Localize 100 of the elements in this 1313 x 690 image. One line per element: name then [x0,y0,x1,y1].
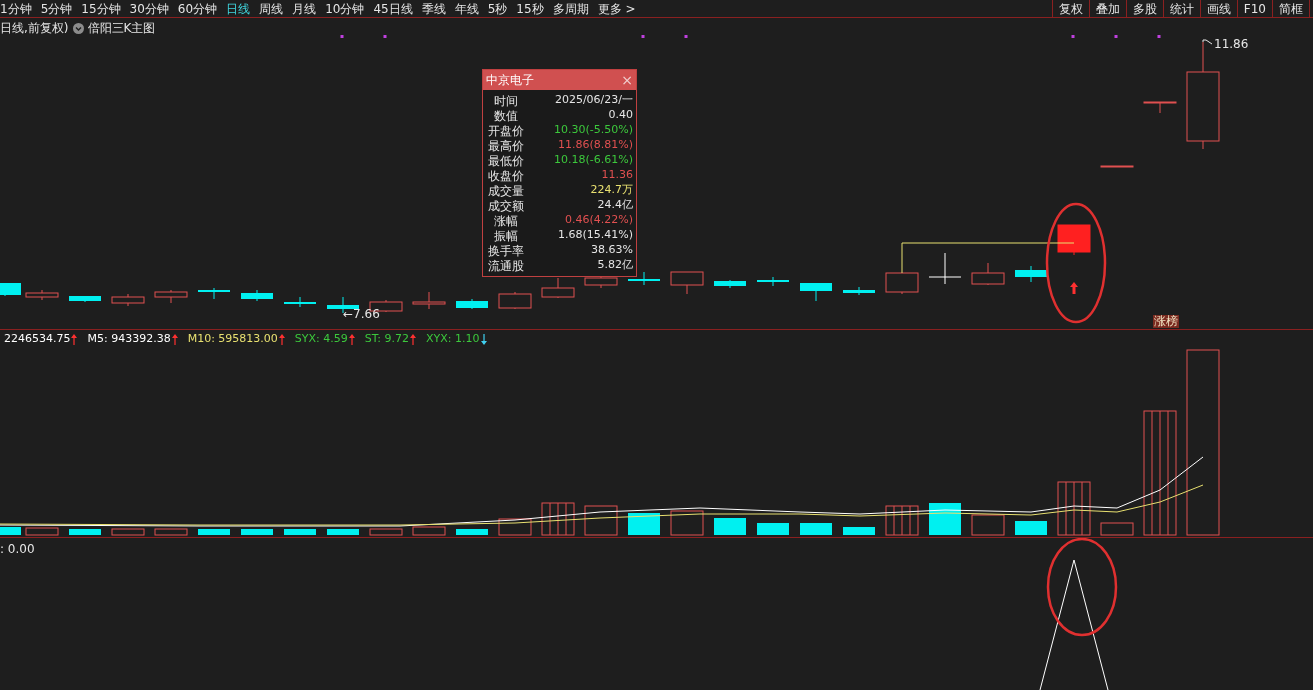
volume-bar [541,502,575,536]
chart-title: 日线,前复权) [0,20,69,37]
candlestick [456,298,488,310]
candlestick [198,287,230,300]
field-value: 0.46(4.22%) [564,212,633,229]
candlestick [843,286,875,296]
volume-bar [111,528,145,536]
up-arrow-icon [348,333,355,345]
volume-bar [628,513,660,535]
volume-bar [1057,481,1091,536]
field-value: 11.36 [601,167,633,184]
candlestick [498,291,532,310]
toolbar-button[interactable]: 简框 [1272,0,1309,17]
candlestick [971,262,1005,286]
field-label: 数值 [493,107,519,125]
candlestick [800,282,832,302]
period-tab[interactable]: 5分钟 [40,0,73,18]
toolbar-button[interactable]: 复权 [1051,0,1089,17]
down-arrow-icon [480,333,487,345]
candlestick [1100,165,1134,168]
candlestick [69,295,101,303]
dropdown-icon[interactable] [72,22,84,34]
field-value: 11.86(8.81%) [557,137,633,154]
period-tab[interactable]: 30分钟 [129,0,169,18]
toolbar-button[interactable]: 叠加 [1088,0,1126,17]
indicator-value: : 0.00 [0,541,35,558]
volume-bar [369,528,403,536]
volume-bar [971,514,1005,536]
volume-bar [69,529,101,535]
candlestick [154,289,188,304]
period-tab[interactable]: 更多 > [597,0,636,18]
volume-bar [412,526,446,536]
indicator-name[interactable]: 倍阳三K主图 [87,19,156,37]
volume-bar [1100,522,1134,536]
volume-bar [929,503,961,535]
indicator-value: M10: 595813.00 [187,331,278,347]
price-label: ←7.66 [343,308,380,320]
candlestick [714,279,746,289]
up-arrow-icon [278,333,285,345]
indicator-value: SYX: 4.59 [294,331,348,347]
volume-bar [456,529,488,535]
limit-up-badge: 涨榜 [1153,315,1179,328]
volume-bar [670,510,704,536]
field-label: 收盘价 [487,167,525,185]
candlestick [1143,101,1177,114]
period-tab[interactable]: 60分钟 [177,0,218,18]
toolbar-button[interactable]: 统计 [1162,0,1200,17]
indicator-value: 2246534.75 [4,331,71,347]
period-tab[interactable]: 1分钟 [0,0,32,18]
period-tab[interactable]: 日线 [226,0,251,18]
field-value: 24.4亿 [597,197,633,214]
candlestick [412,291,446,310]
up-arrow-icon [1070,282,1078,294]
price-label: 11.86 [1214,37,1249,51]
period-tab[interactable]: 年线 [454,0,479,18]
volume-bar [327,529,359,535]
period-tab[interactable]: 10分钟 [325,0,365,18]
period-tab[interactable]: 15秒 [516,0,544,18]
up-arrow-icon [410,333,416,345]
volume-bar [757,523,789,535]
field-label: 换手率 [487,242,525,260]
field-label: 成交额 [487,197,525,215]
field-label: 振幅 [493,227,519,245]
volume-bar [584,505,618,536]
field-label: 流通股 [487,257,525,275]
candlestick [757,276,789,287]
candlestick [1015,265,1047,283]
period-tab[interactable]: 月线 [292,0,317,18]
period-tab[interactable]: 周线 [259,0,284,18]
candlestick [1057,224,1091,256]
candlestick [885,272,919,295]
period-tab[interactable]: 15分钟 [81,0,121,18]
field-label: 最低价 [487,152,525,170]
hook-icon [1202,39,1213,45]
period-tab[interactable]: 季线 [421,0,446,18]
toolbar-button[interactable]: 多股 [1125,0,1163,17]
tooltip-title: 中京电子 [486,72,534,89]
volume-bar [0,527,21,535]
field-label: 涨幅 [493,212,519,230]
field-value: 2025/06/23/一 [554,92,633,109]
field-label: 最高价 [487,137,525,155]
volume-bar [241,529,273,535]
volume-bar [198,529,230,535]
candlestick [111,293,145,307]
toolbar-button[interactable]: F10 [1236,0,1272,17]
volume-bar [1015,521,1047,535]
field-label: 成交量 [487,182,525,200]
candlestick [928,252,962,285]
field-value: 38.63% [591,242,633,259]
toolbar-button[interactable]: 画线 [1199,0,1237,17]
field-value: 10.18(-6.61%) [554,152,633,169]
volume-bar [154,528,188,536]
period-tab[interactable]: 5秒 [487,0,508,18]
indicator-value: XYX: 1.10 [426,331,480,347]
up-arrow-icon [171,333,178,345]
period-tab[interactable]: 45日线 [373,0,413,18]
indicator-value: M5: 943392.38 [87,331,171,347]
candlestick [241,289,273,302]
candlestick [284,296,316,308]
period-tab[interactable]: 多周期 [552,0,589,18]
